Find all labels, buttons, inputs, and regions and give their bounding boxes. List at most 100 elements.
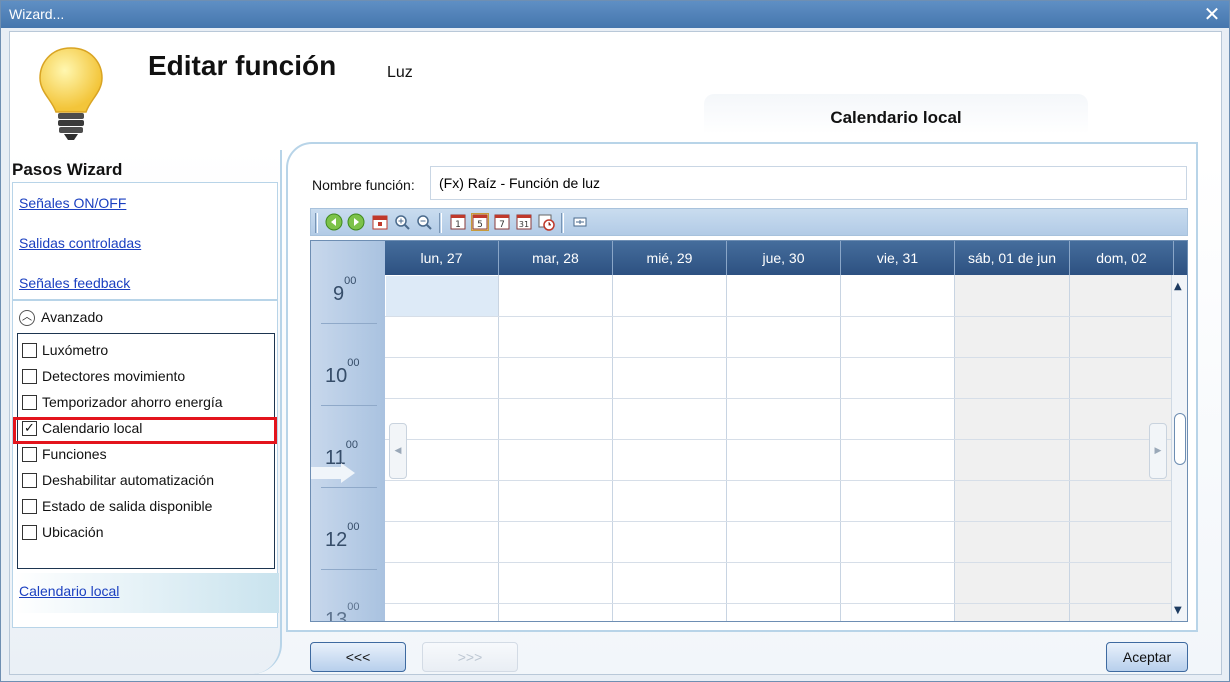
scroll-up-icon[interactable]: ▲ xyxy=(1174,281,1182,292)
highlight-box xyxy=(13,417,277,444)
day-header[interactable]: vie, 31 xyxy=(841,241,955,275)
day-view-icon[interactable]: 1 xyxy=(449,213,467,231)
calendar-view[interactable]: 900 1000 1100 1200 1300 lun, 27 mar, 28 … xyxy=(310,240,1188,622)
today-icon[interactable] xyxy=(371,213,389,231)
grid-line xyxy=(385,521,1187,522)
check-label: Temporizador ahorro energía xyxy=(42,394,223,410)
checkbox[interactable] xyxy=(22,524,37,540)
step-link-senales-on-off[interactable]: Señales ON/OFF xyxy=(19,195,126,211)
forward-arrow-icon[interactable] xyxy=(347,213,365,231)
tab-calendario-local[interactable]: Calendario local xyxy=(704,94,1088,134)
window-title: Wizard... xyxy=(9,6,65,22)
checkbox[interactable] xyxy=(22,342,37,358)
hour-divider xyxy=(321,569,377,570)
check-label: Ubicación xyxy=(42,524,104,540)
check-label: Luxómetro xyxy=(42,342,109,358)
wizard-content: Editar función Luz Calendario local Paso… xyxy=(9,31,1222,675)
function-name-input[interactable] xyxy=(430,166,1187,200)
month-view-icon[interactable]: 31 xyxy=(515,213,533,231)
check-luxometro[interactable]: Luxómetro xyxy=(22,338,108,362)
current-time-bar xyxy=(311,467,341,479)
check-ubicacion[interactable]: Ubicación xyxy=(22,520,103,544)
calendar-panel: Nombre función: (Fx) Raíz - Función de l… xyxy=(286,142,1198,632)
fullscreen-icon[interactable] xyxy=(571,213,589,231)
day-header[interactable]: sáb, 01 de jun xyxy=(955,241,1070,275)
page-subtitle: Luz xyxy=(387,64,413,81)
lightbulb-icon xyxy=(39,47,103,140)
hour-label: 1300 xyxy=(325,601,360,622)
vertical-scrollbar[interactable]: ▲ ▼ xyxy=(1171,275,1187,621)
checkbox[interactable] xyxy=(22,394,37,410)
checkbox[interactable] xyxy=(22,368,37,384)
day-column-weekend[interactable] xyxy=(955,275,1070,621)
current-time-marker xyxy=(341,463,355,483)
check-label: Estado de salida disponible xyxy=(42,498,213,514)
check-label: Detectores movimiento xyxy=(42,368,186,384)
next-appointment-icon[interactable]: ▶ xyxy=(1149,423,1167,479)
step-link-salidas-controladas[interactable]: Salidas controladas xyxy=(19,235,141,251)
advanced-toggle[interactable]: ︿ Avanzado xyxy=(19,309,104,327)
check-funciones[interactable]: Funciones xyxy=(22,442,107,466)
day-header-row: lun, 27 mar, 28 mié, 29 jue, 30 vie, 31 … xyxy=(385,241,1187,275)
back-arrow-icon[interactable] xyxy=(325,213,343,231)
step-link-calendario-local[interactable]: Calendario local xyxy=(19,583,119,599)
scroll-down-icon[interactable]: ▼ xyxy=(1174,605,1182,616)
day-column[interactable] xyxy=(727,275,841,621)
divider xyxy=(13,299,277,301)
checkbox[interactable] xyxy=(22,446,37,462)
timeline-icon[interactable] xyxy=(537,213,555,231)
separator xyxy=(561,213,564,233)
accept-button[interactable]: Aceptar xyxy=(1106,642,1188,672)
day-header[interactable]: jue, 30 xyxy=(727,241,841,275)
chevron-up-icon: ︿ xyxy=(19,310,35,327)
current-step[interactable]: Calendario local xyxy=(13,573,279,613)
separator xyxy=(315,213,318,233)
day-header[interactable]: mié, 29 xyxy=(613,241,727,275)
grid-line xyxy=(385,316,1187,317)
step-link-senales-feedback[interactable]: Señales feedback xyxy=(19,275,130,291)
week-view-icon[interactable]: 7 xyxy=(493,213,511,231)
day-column[interactable] xyxy=(613,275,727,621)
next-button[interactable]: >>> xyxy=(422,642,518,672)
day-header[interactable]: lun, 27 xyxy=(385,241,499,275)
svg-text:31: 31 xyxy=(519,220,529,229)
wizard-steps-panel: Pasos Wizard Señales ON/OFF Salidas cont… xyxy=(10,150,282,674)
check-deshabilitar[interactable]: Deshabilitar automatización xyxy=(22,468,214,492)
check-detectores-movimiento[interactable]: Detectores movimiento xyxy=(22,364,185,388)
hour-divider xyxy=(321,405,377,406)
checkbox[interactable] xyxy=(22,472,37,488)
hour-divider xyxy=(321,487,377,488)
wizard-window: Wizard... ✕ Editar función Luz Calendari… xyxy=(0,0,1230,682)
steps-title: Pasos Wizard xyxy=(12,160,123,179)
advanced-label: Avanzado xyxy=(41,309,104,325)
page-title: Editar función xyxy=(148,50,337,81)
day-column[interactable] xyxy=(499,275,613,621)
time-column: 900 1000 1100 1200 1300 xyxy=(311,241,385,621)
zoom-out-icon[interactable] xyxy=(415,213,433,231)
prev-appointment-icon[interactable]: ◀ xyxy=(389,423,407,479)
svg-text:5: 5 xyxy=(477,220,483,230)
day-header[interactable]: dom, 02 xyxy=(1070,241,1174,275)
grid-line xyxy=(385,398,1187,399)
scroll-thumb[interactable] xyxy=(1174,413,1186,465)
grid-line xyxy=(385,603,1187,604)
grid-line xyxy=(385,439,1187,440)
svg-text:7: 7 xyxy=(499,220,505,230)
svg-text:1: 1 xyxy=(455,220,461,230)
calendar-toolbar: 1 5 7 31 xyxy=(310,208,1188,236)
check-temporizador[interactable]: Temporizador ahorro energía xyxy=(22,390,223,414)
back-button[interactable]: <<< xyxy=(310,642,406,672)
zoom-in-icon[interactable] xyxy=(393,213,411,231)
hour-divider xyxy=(321,323,377,324)
work-week-view-icon[interactable]: 5 xyxy=(471,213,489,231)
title-bar: Wizard... ✕ xyxy=(1,1,1229,28)
day-header[interactable]: mar, 28 xyxy=(499,241,613,275)
checkbox[interactable] xyxy=(22,498,37,514)
steps-box: Señales ON/OFF Salidas controladas Señal… xyxy=(12,182,279,628)
check-estado-salida[interactable]: Estado de salida disponible xyxy=(22,494,212,518)
day-column[interactable] xyxy=(841,275,955,621)
close-icon[interactable]: ✕ xyxy=(1201,3,1223,25)
grid-line xyxy=(385,480,1187,481)
separator xyxy=(439,213,442,233)
grid-line xyxy=(385,562,1187,563)
